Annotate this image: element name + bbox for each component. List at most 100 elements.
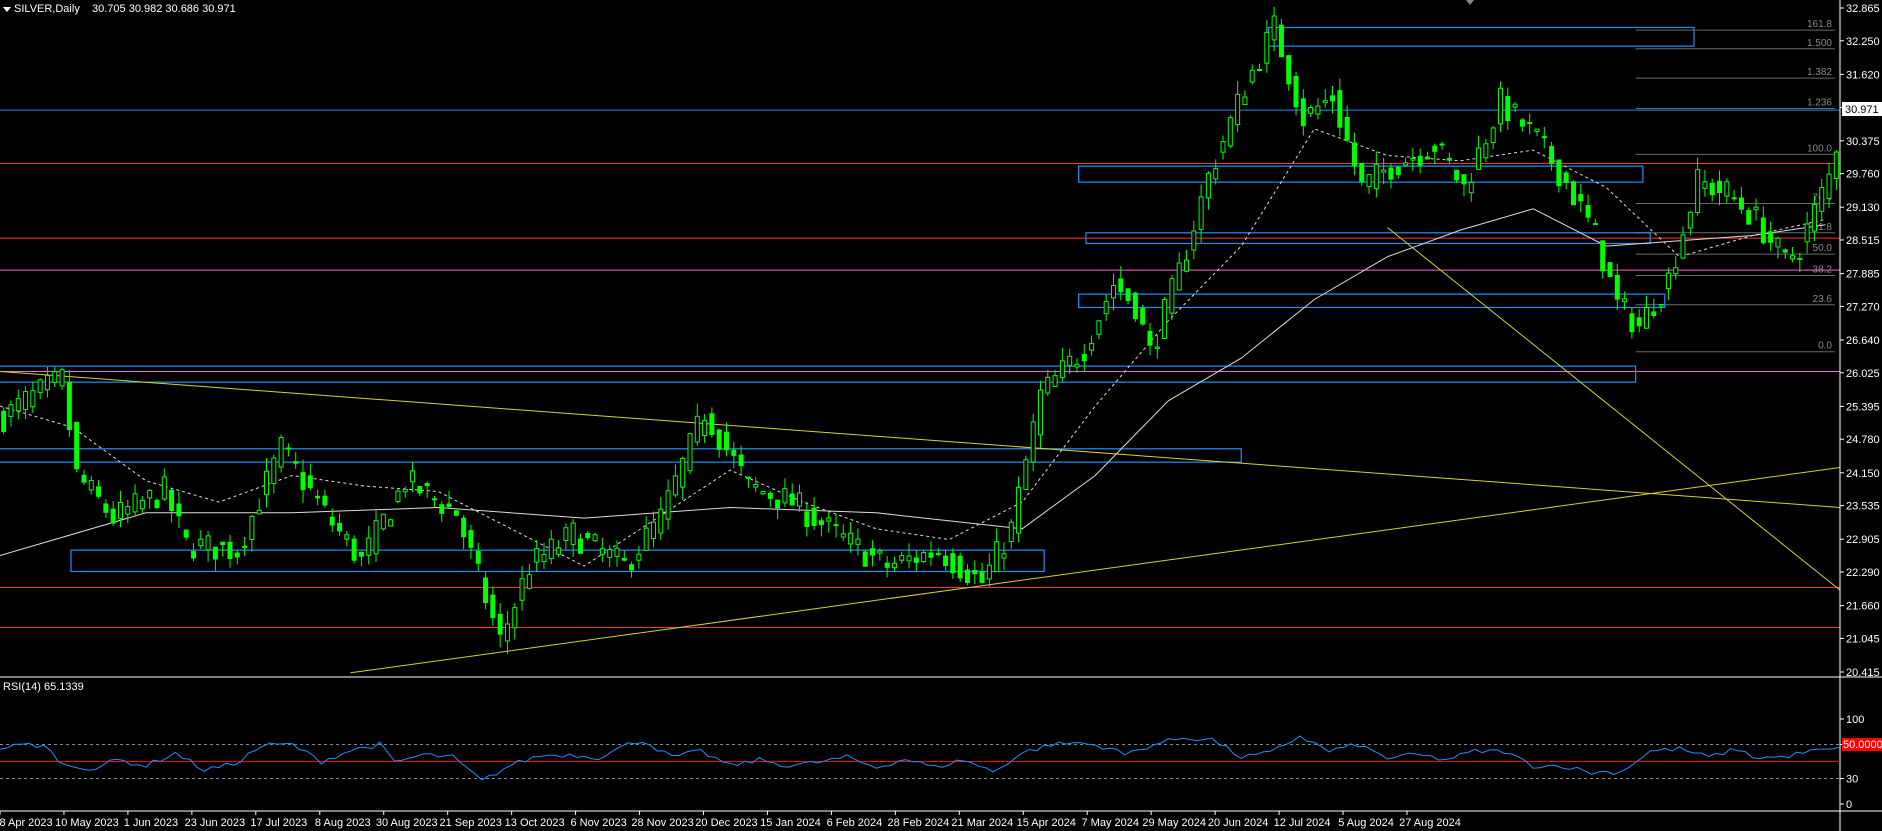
candle-body	[212, 546, 218, 560]
candle-body	[322, 495, 328, 506]
price-tick-label: 26.640	[1846, 335, 1880, 347]
candle-body	[643, 527, 649, 551]
rsi-tick-label: 100	[1846, 714, 1864, 726]
candle-body	[1, 410, 7, 432]
candle-body	[745, 476, 751, 479]
time-tick-label: 6 Feb 2024	[827, 817, 883, 829]
candle-body	[110, 508, 116, 524]
candle-body	[380, 513, 386, 530]
candle-body	[1257, 69, 1263, 72]
candle-body	[724, 431, 730, 451]
candle-body	[665, 490, 671, 520]
candle-body	[1570, 181, 1576, 206]
symbol-label: SILVER,Daily	[14, 3, 80, 15]
time-tick-label: 21 Mar 2024	[951, 817, 1013, 829]
fib-level-label: 0.0	[1818, 341, 1832, 352]
candle-body	[1140, 308, 1146, 325]
candle-body	[1651, 311, 1657, 317]
candle-body	[1300, 98, 1306, 127]
candle-body	[1644, 306, 1650, 329]
candle-body	[1614, 274, 1620, 300]
candle-body	[556, 547, 562, 555]
candle-body	[44, 375, 50, 391]
candle-body	[1293, 76, 1299, 108]
candle-body	[453, 510, 459, 516]
candle-body	[125, 506, 131, 515]
time-tick-label: 17 Jul 2023	[250, 817, 307, 829]
candle-body	[716, 429, 722, 450]
candle-body	[862, 551, 868, 567]
candle-body	[1600, 240, 1606, 272]
candle-body	[351, 538, 357, 561]
price-tick-label: 27.270	[1846, 301, 1880, 313]
fib-level-label: 100.0	[1807, 143, 1832, 154]
time-tick-label: 12 Jul 2024	[1274, 817, 1331, 829]
candle-body	[913, 557, 919, 563]
candle-body	[899, 555, 905, 561]
candle-body	[577, 538, 583, 554]
candle-body	[833, 524, 839, 527]
candle-body	[402, 489, 408, 493]
time-tick-label: 8 Aug 2023	[315, 817, 371, 829]
candle-body	[475, 550, 481, 564]
candle-body	[169, 489, 175, 512]
candle-body	[1738, 197, 1744, 210]
candle-body	[337, 522, 343, 532]
candle-body	[526, 574, 532, 589]
candle-body	[1585, 205, 1591, 218]
price-tick-label: 29.130	[1846, 202, 1880, 214]
candle-body	[1001, 553, 1007, 559]
rsi-label: RSI(14) 65.1339	[3, 681, 84, 693]
time-tick-label: 10 May 2023	[55, 817, 119, 829]
ohlc-values: 30.705 30.982 30.686 30.971	[92, 3, 236, 15]
candle-body	[1439, 143, 1445, 146]
candle-body	[1665, 272, 1671, 290]
candle-body	[483, 577, 489, 604]
candle-body	[964, 569, 970, 584]
candle-body	[979, 571, 985, 583]
candle-body	[1235, 93, 1241, 126]
candle-body	[1103, 300, 1109, 315]
candle-body	[1388, 167, 1394, 180]
candle-body	[1030, 421, 1036, 463]
candle-body	[293, 461, 299, 464]
candle-body	[1220, 141, 1226, 153]
candle-body	[1016, 486, 1022, 534]
candle-body	[840, 533, 846, 538]
fib-level-label: 23.6	[1813, 294, 1833, 305]
candle-body	[1118, 278, 1124, 293]
candle-body	[621, 557, 627, 561]
candle-body	[461, 517, 467, 538]
time-tick-label: 21 Sep 2023	[439, 817, 501, 829]
price-tick-label: 20.415	[1846, 667, 1880, 679]
candle-body	[424, 483, 430, 486]
fib-level-label: 50.0	[1813, 243, 1833, 254]
time-tick-label: 15 Apr 2024	[1017, 817, 1076, 829]
candle-body	[1819, 186, 1825, 212]
candle-body	[1804, 223, 1810, 243]
candle-body	[1205, 172, 1211, 199]
fib-level-label: 38.2	[1813, 264, 1833, 275]
candle-body	[1731, 197, 1737, 200]
candle-body	[848, 532, 854, 545]
time-tick-label: 29 May 2024	[1142, 817, 1206, 829]
price-chart[interactable]: 161.81.5001.3821.236100.076.461.850.038.…	[0, 0, 1882, 831]
candle-body	[1753, 206, 1759, 211]
candle-body	[1132, 292, 1138, 320]
candle-body	[395, 490, 401, 503]
candle-body	[1308, 106, 1314, 114]
price-tick-label: 32.250	[1846, 36, 1880, 48]
fib-level-label: 1.236	[1807, 98, 1832, 109]
candle-body	[1622, 298, 1628, 303]
candle-body	[972, 569, 978, 575]
candle-body	[490, 594, 496, 618]
candle-body	[636, 553, 642, 561]
chart-header: SILVER,Daily 30.705 30.982 30.686 30.971	[3, 3, 236, 15]
candle-body	[117, 501, 123, 520]
candle-body	[811, 507, 817, 526]
candle-body	[96, 486, 102, 497]
candle-body	[607, 549, 613, 558]
rsi-mid-marker: 50.0000	[1842, 738, 1882, 751]
candle-body	[1410, 157, 1416, 161]
candle-body	[943, 555, 949, 567]
